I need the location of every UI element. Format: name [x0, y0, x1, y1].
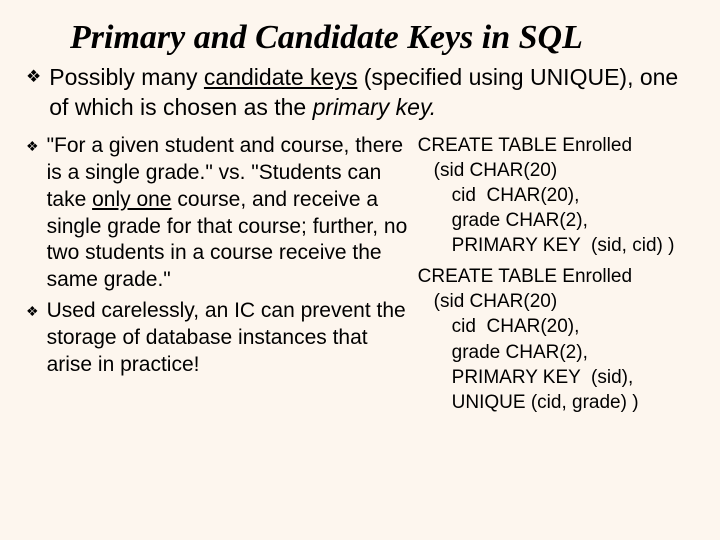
sql-block-1: CREATE TABLE Enrolled (sid CHAR(20) cid …	[418, 133, 694, 258]
text: (sid	[434, 160, 470, 181]
diamond-bullet-icon: ❖	[26, 63, 41, 123]
text: cid	[452, 316, 487, 337]
text: grade	[452, 210, 506, 231]
candidate-keys-term: candidate keys	[204, 64, 357, 90]
text: Enrolled	[562, 266, 632, 287]
text: CHAR	[470, 291, 524, 312]
text: (sid),	[586, 367, 634, 388]
right-column: CREATE TABLE Enrolled (sid CHAR(20) cid …	[418, 133, 694, 421]
text: (20)	[523, 291, 557, 312]
bullet-top-text: Possibly many candidate keys (specified …	[49, 63, 694, 123]
text: grade	[452, 342, 506, 363]
text: CHAR(20),	[487, 316, 580, 337]
text: (cid, grade) )	[531, 392, 639, 413]
text: (sid, cid) )	[586, 235, 675, 256]
diamond-bullet-icon: ❖	[26, 298, 39, 379]
unique-keyword: UNIQUE	[530, 64, 619, 90]
text: (specified using	[357, 64, 530, 90]
only-one-underline: only one	[92, 188, 171, 211]
bullet-top: ❖ Possibly many candidate keys (specifie…	[26, 63, 694, 123]
text: (20)	[523, 160, 557, 181]
text: CHAR	[506, 210, 560, 231]
text: (2),	[559, 210, 588, 231]
text: CREATE TABLE	[418, 135, 563, 156]
text: PRIMARY KEY	[452, 235, 586, 256]
bullet-left-1: ❖ "For a given student and course, there…	[26, 133, 408, 294]
bullet-left-2: ❖ Used carelessly, an IC can prevent the…	[26, 298, 408, 379]
text: (sid	[434, 291, 470, 312]
text: CREATE TABLE	[418, 266, 563, 287]
diamond-bullet-icon: ❖	[26, 133, 39, 294]
left-column: ❖ "For a given student and course, there…	[26, 133, 408, 421]
bullet-left-2-text: Used carelessly, an IC can prevent the s…	[47, 298, 408, 379]
text: Enrolled	[562, 135, 632, 156]
text: PRIMARY KEY	[452, 367, 586, 388]
text: Possibly many	[49, 64, 204, 90]
text: CHAR	[470, 160, 524, 181]
text: CHAR(20),	[487, 185, 580, 206]
primary-key-term: primary key.	[313, 94, 437, 120]
text: CHAR	[506, 342, 560, 363]
slide-title: Primary and Candidate Keys in SQL	[70, 18, 694, 57]
text: (2),	[559, 342, 588, 363]
bullet-left-1-text: "For a given student and course, there i…	[47, 133, 408, 294]
text: cid	[452, 185, 487, 206]
sql-block-2: CREATE TABLE Enrolled (sid CHAR(20) cid …	[418, 264, 694, 414]
text: UNIQUE	[452, 392, 531, 413]
